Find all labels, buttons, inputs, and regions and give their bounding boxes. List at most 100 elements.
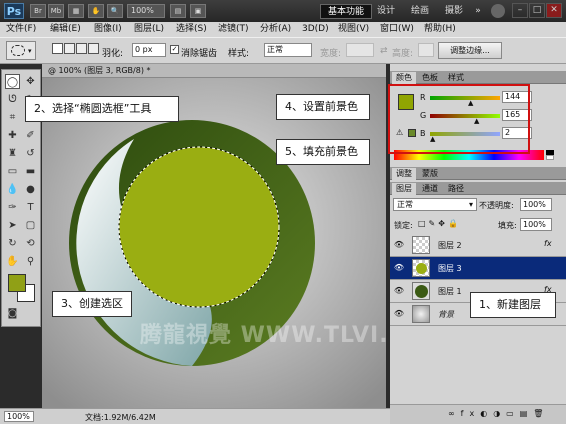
layer-name: 图层 3: [438, 264, 462, 273]
layers-panel-footer[interactable]: ∞fx◐◑▭▤🗑: [390, 404, 566, 424]
tab-styles[interactable]: 样式: [444, 72, 468, 84]
new-selection-icon[interactable]: [52, 43, 63, 54]
canvas-area[interactable]: [42, 78, 386, 408]
type-tool-icon[interactable]: T: [23, 200, 38, 215]
menu-analysis[interactable]: 分析(A): [260, 23, 291, 36]
feather-input[interactable]: 0 px: [132, 43, 166, 57]
mini-bridge-button[interactable]: Mb: [48, 4, 64, 18]
layer-row-selected[interactable]: 👁 图层 3: [390, 257, 566, 280]
lime-filled-circle: [119, 147, 279, 307]
screen-mode-button[interactable]: ▣: [190, 4, 206, 18]
history-brush-tool-icon[interactable]: ↺: [23, 146, 38, 161]
blur-tool-icon[interactable]: 💧: [5, 182, 20, 197]
layer-name: 背景: [438, 310, 454, 319]
ellipse-marquee-tool-icon[interactable]: ◯: [5, 74, 20, 89]
shape-tool-icon[interactable]: ▢: [23, 218, 38, 233]
dodge-tool-icon[interactable]: ●: [23, 182, 38, 197]
visibility-eye-icon[interactable]: 👁: [393, 309, 405, 319]
zoom-level-select[interactable]: 100%: [127, 4, 165, 18]
opacity-label: 不透明度:: [479, 201, 514, 210]
tab-masks[interactable]: 蒙版: [418, 168, 442, 180]
intersect-selection-icon[interactable]: [88, 43, 99, 54]
tab-layers[interactable]: 图层: [392, 183, 416, 195]
lasso-tool-icon[interactable]: ᘎ: [5, 92, 20, 107]
hand-tool-button[interactable]: ✋: [88, 4, 104, 18]
menu-image[interactable]: 图像(I): [94, 23, 122, 36]
blend-mode-select[interactable]: 正常 ▾: [393, 198, 477, 211]
workspace-more[interactable]: »: [472, 4, 484, 19]
workspace-photography[interactable]: 摄影: [440, 4, 468, 19]
width-input[interactable]: [346, 43, 374, 57]
arrange-docs-button[interactable]: ▤: [170, 4, 186, 18]
menu-select[interactable]: 选择(S): [176, 23, 207, 36]
zoom-tool-button[interactable]: 🔍: [107, 4, 123, 18]
menu-3d[interactable]: 3D(D): [302, 23, 329, 36]
fill-input[interactable]: 100%: [520, 218, 552, 231]
height-input[interactable]: [418, 43, 434, 57]
healing-brush-tool-icon[interactable]: ✚: [5, 128, 20, 143]
maximize-button[interactable]: □: [529, 3, 545, 18]
swap-icon[interactable]: ⇄: [380, 46, 388, 56]
visibility-eye-icon[interactable]: 👁: [393, 263, 405, 273]
fx-icon[interactable]: fx: [544, 239, 552, 248]
3d-orbit-tool-icon[interactable]: ⟲: [23, 236, 38, 251]
zoom-status-input[interactable]: 100%: [4, 411, 34, 422]
clone-stamp-tool-icon[interactable]: ♜: [5, 146, 20, 161]
subtract-selection-icon[interactable]: [76, 43, 87, 54]
antialias-label: 消除锯齿: [181, 49, 218, 59]
menu-layer[interactable]: 图层(L): [134, 23, 164, 36]
layer-name: 图层 1: [438, 287, 462, 296]
layer-name: 图层 2: [438, 241, 462, 250]
callout-select-ellipse-tool: 2、选择“椭圆选框”工具: [25, 96, 179, 122]
tool-preset-picker[interactable]: ▾: [6, 41, 36, 60]
chevron-down-icon: ▾: [468, 200, 473, 209]
move-tool-icon[interactable]: ✥: [23, 74, 38, 89]
extras-button[interactable]: ▦: [68, 4, 84, 18]
blend-mode-value: 正常: [397, 200, 413, 209]
lock-icons[interactable]: □✎✥🔒: [418, 219, 461, 228]
tab-adjustments[interactable]: 调整: [392, 168, 416, 180]
menu-window[interactable]: 窗口(W): [380, 23, 414, 36]
minimize-button[interactable]: –: [512, 3, 528, 18]
document-tab[interactable]: @ 100% (图层 3, RGB/8) *: [42, 64, 386, 78]
menu-filter[interactable]: 滤镜(T): [218, 23, 249, 36]
tab-paths[interactable]: 路径: [444, 183, 468, 195]
antialias-checkbox[interactable]: ✓: [170, 45, 179, 54]
refine-edge-button[interactable]: 调整边缘...: [438, 42, 502, 59]
white-swatch[interactable]: [546, 155, 554, 160]
menu-edit[interactable]: 编辑(E): [50, 23, 81, 36]
menu-view[interactable]: 视图(V): [338, 23, 369, 36]
close-button[interactable]: ✕: [546, 3, 562, 18]
tab-swatches[interactable]: 色板: [418, 72, 442, 84]
opacity-input[interactable]: 100%: [520, 198, 552, 211]
workspace-painting[interactable]: 绘画: [406, 4, 434, 19]
tab-channels[interactable]: 通道: [418, 183, 442, 195]
eraser-tool-icon[interactable]: ▭: [5, 164, 20, 179]
zoom-tool-icon[interactable]: ⚲: [23, 254, 38, 269]
gradient-tool-icon[interactable]: ▬: [23, 164, 38, 179]
workspace-essentials[interactable]: 基本功能: [320, 4, 372, 19]
bridge-button[interactable]: Br: [30, 4, 46, 18]
menu-file[interactable]: 文件(F): [6, 23, 36, 36]
hand-tool-icon[interactable]: ✋: [5, 254, 20, 269]
search-icon[interactable]: [491, 4, 505, 18]
pen-tool-icon[interactable]: ✑: [5, 200, 20, 215]
add-selection-icon[interactable]: [64, 43, 75, 54]
callout-create-selection: 3、创建选区: [52, 291, 132, 317]
callout-new-layer: 1、新建图层: [470, 292, 556, 318]
path-select-tool-icon[interactable]: ➤: [5, 218, 20, 233]
layers-panel-tabs: 图层 通道 路径: [390, 182, 566, 195]
width-label: 宽度:: [320, 49, 342, 59]
visibility-eye-icon[interactable]: 👁: [393, 240, 405, 250]
crop-tool-icon[interactable]: ⌗: [5, 110, 20, 125]
brush-tool-icon[interactable]: ✐: [23, 128, 38, 143]
foreground-color-swatch[interactable]: [8, 274, 26, 292]
quick-mask-icon[interactable]: ◙: [5, 306, 20, 321]
visibility-eye-icon[interactable]: 👁: [393, 286, 405, 296]
tab-color[interactable]: 颜色: [392, 72, 416, 84]
layer-row[interactable]: 👁 图层 2 fx: [390, 234, 566, 257]
workspace-design[interactable]: 设计: [372, 4, 400, 19]
style-select[interactable]: 正常: [264, 43, 312, 57]
3d-rotate-tool-icon[interactable]: ↻: [5, 236, 20, 251]
menu-help[interactable]: 帮助(H): [424, 23, 456, 36]
